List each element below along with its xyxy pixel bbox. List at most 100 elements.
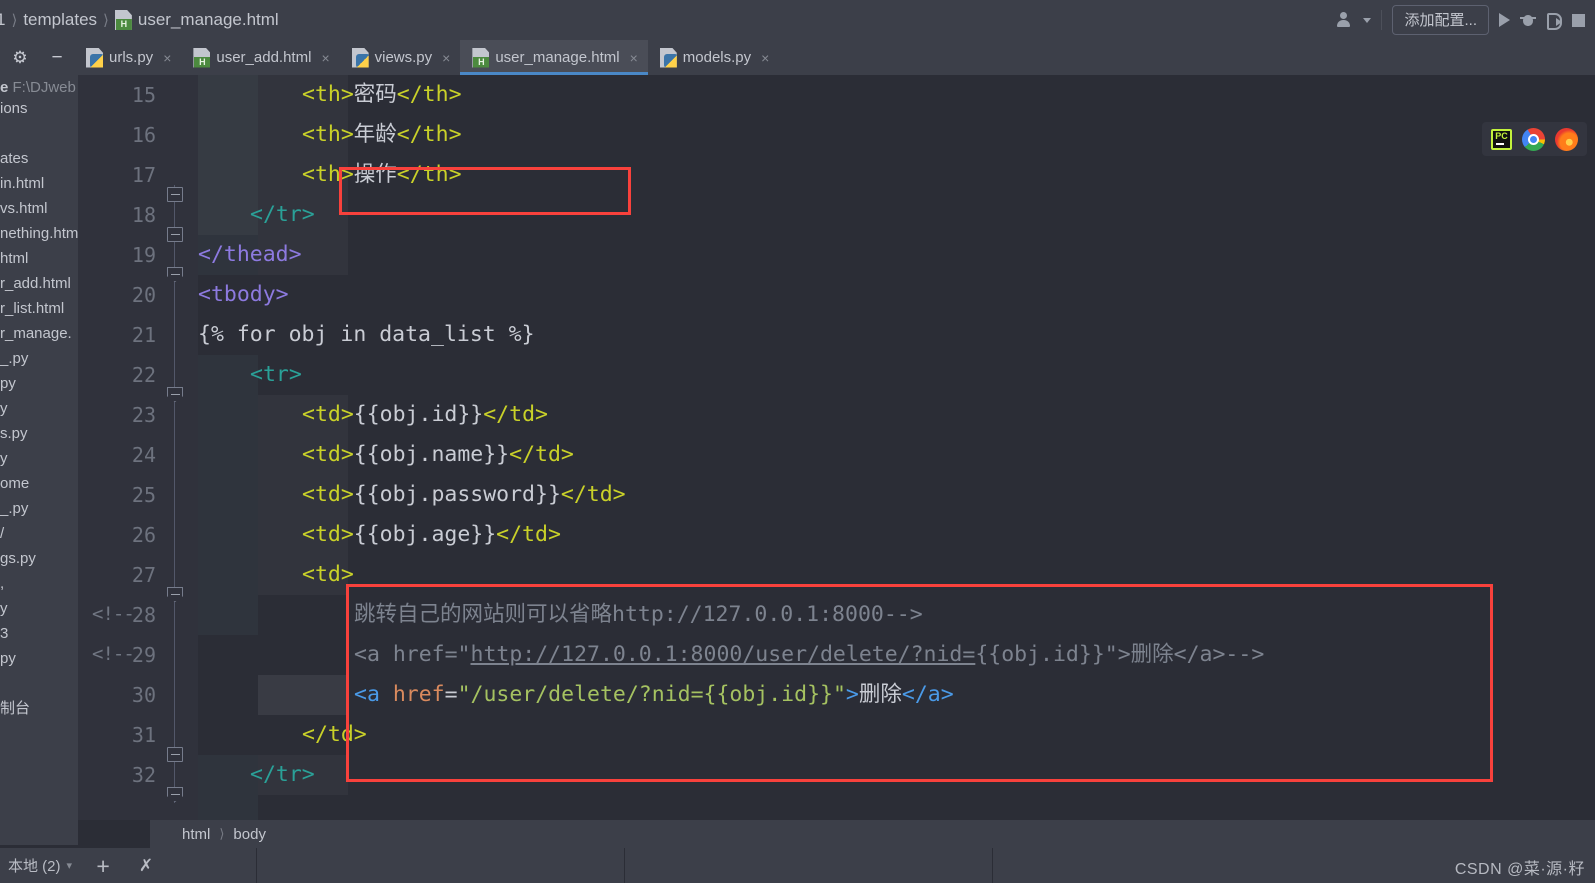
- code-line[interactable]: <td>{{obj.password}}</td>: [302, 475, 626, 515]
- project-tree-row[interactable]: py: [0, 646, 78, 671]
- fold-marker-collapse[interactable]: [167, 747, 183, 762]
- code-line[interactable]: <td>{{obj.age}}</td>: [302, 515, 561, 555]
- project-tree-row[interactable]: ions: [0, 96, 78, 121]
- tab-views-py[interactable]: views.py ×: [340, 40, 461, 75]
- breadcrumb-separator-icon: ⟩: [103, 12, 109, 29]
- project-tree-row[interactable]: py: [0, 371, 78, 396]
- editor-breadcrumb-html[interactable]: html: [182, 826, 210, 843]
- firefox-icon[interactable]: [1555, 127, 1578, 151]
- chevron-down-icon[interactable]: ▾: [67, 859, 73, 872]
- project-tree-row[interactable]: ates: [0, 146, 78, 171]
- project-tree-row[interactable]: in.html: [0, 171, 78, 196]
- chrome-icon[interactable]: [1522, 127, 1545, 151]
- project-tree-row[interactable]: s.py: [0, 421, 78, 446]
- project-tree-row[interactable]: 3: [0, 621, 78, 646]
- code-line[interactable]: </tr>: [250, 755, 315, 795]
- breadcrumb: 1 ⟩ templates ⟩ user_manage.html: [0, 10, 279, 30]
- coverage-icon[interactable]: [1546, 12, 1562, 30]
- breadcrumb-project[interactable]: 1: [0, 10, 5, 30]
- close-icon[interactable]: ×: [630, 50, 638, 66]
- fold-marker-end[interactable]: [167, 267, 183, 282]
- tab-user-manage-html[interactable]: user_manage.html ×: [460, 40, 649, 75]
- code-line[interactable]: </tr>: [250, 195, 315, 235]
- close-icon[interactable]: ×: [321, 50, 329, 66]
- tab-label: user_add.html: [216, 49, 312, 66]
- person-icon[interactable]: [1336, 11, 1353, 29]
- close-icon[interactable]: ×: [442, 50, 450, 66]
- add-button[interactable]: +: [80, 848, 126, 883]
- editor-gutter[interactable]: 14151617181920212223242526272829303132 <…: [78, 75, 198, 820]
- project-tree-row[interactable]: [0, 671, 78, 696]
- pycharm-window: 1 ⟩ templates ⟩ user_manage.html 添加配置...…: [0, 0, 1595, 883]
- add-configuration-button[interactable]: 添加配置...: [1392, 5, 1489, 35]
- project-tree-row[interactable]: html: [0, 246, 78, 271]
- project-tree-row[interactable]: _.py: [0, 496, 78, 521]
- expand-button[interactable]: ✗: [126, 848, 166, 883]
- browser-preview-tray: [1482, 122, 1587, 156]
- run-triangle-icon[interactable]: [1499, 13, 1510, 27]
- code-line[interactable]: <tr>: [250, 355, 302, 395]
- code-text-area[interactable]: <th>密码</th> <th>年龄</th> <th>操作</th> </tr> </…: [198, 75, 1595, 820]
- tab-models-py[interactable]: models.py ×: [648, 40, 780, 75]
- code-line[interactable]: <th>年龄</th>: [302, 115, 462, 155]
- fold-spine: [174, 393, 175, 598]
- breadcrumb-item-user-manage[interactable]: user_manage.html: [138, 10, 279, 30]
- code-line[interactable]: {% for obj in data_list %}: [198, 315, 535, 355]
- project-tree-row[interactable]: vs.html: [0, 196, 78, 221]
- fold-marker-end[interactable]: [167, 387, 183, 402]
- close-icon[interactable]: ×: [761, 50, 769, 66]
- project-tree-row[interactable]: gs.py: [0, 546, 78, 571]
- tab-urls-py[interactable]: urls.py ×: [74, 40, 181, 75]
- project-root-row[interactable]: e F:\DJweb: [0, 75, 78, 96]
- indent-band: [198, 355, 258, 395]
- code-line[interactable]: </td>: [302, 715, 367, 755]
- stop-square-icon[interactable]: [1572, 13, 1585, 27]
- bug-icon[interactable]: [1520, 12, 1536, 28]
- project-tree-row[interactable]: [0, 121, 78, 146]
- code-editor[interactable]: 14151617181920212223242526272829303132 <…: [78, 75, 1595, 820]
- close-icon[interactable]: ×: [163, 50, 171, 66]
- project-tree-row[interactable]: y: [0, 396, 78, 421]
- project-tree-row[interactable]: /: [0, 521, 78, 546]
- settings-gear-button[interactable]: ⚙: [0, 40, 40, 75]
- code-line[interactable]: <th>操作</th>: [302, 155, 462, 195]
- code-line[interactable]: <th>密码</th>: [302, 75, 462, 115]
- project-tree-row[interactable]: 制台: [0, 696, 78, 721]
- project-tree-row[interactable]: r_add.html: [0, 271, 78, 296]
- fold-spine: [174, 593, 175, 803]
- code-line[interactable]: <a href="http://127.0.0.1:8000/user/dele…: [354, 635, 1264, 675]
- hide-panel-button[interactable]: −: [40, 40, 74, 75]
- code-line[interactable]: <td>{{obj.id}}</td>: [302, 395, 548, 435]
- code-line[interactable]: <a href="/user/delete/?nid={{obj.id}}">删…: [354, 675, 954, 715]
- project-tree-row[interactable]: y: [0, 596, 78, 621]
- local-changes-selector[interactable]: 本地 (2) ▾: [0, 848, 80, 883]
- code-line[interactable]: <td>: [302, 555, 354, 595]
- tab-user-add-html[interactable]: user_add.html ×: [181, 40, 339, 75]
- code-line[interactable]: <tbody>: [198, 275, 289, 315]
- code-line[interactable]: <td>{{obj.name}}</td>: [302, 435, 574, 475]
- chevron-down-icon[interactable]: [1363, 17, 1372, 23]
- project-tree-row[interactable]: ome: [0, 471, 78, 496]
- fold-marker-end[interactable]: [167, 787, 183, 802]
- code-line[interactable]: </thead>: [198, 235, 302, 275]
- fold-marker-collapse[interactable]: [167, 187, 183, 202]
- fold-marker-end[interactable]: [167, 587, 183, 602]
- project-tree-row[interactable]: ,: [0, 571, 78, 596]
- project-tree-row[interactable]: y: [0, 446, 78, 471]
- project-tool-window[interactable]: e F:\DJweb ions ates in.html vs.html nething…: [0, 75, 78, 845]
- indent-band: [198, 395, 258, 635]
- project-tree-row[interactable]: r_manage.: [0, 321, 78, 346]
- project-tree-row[interactable]: r_list.html: [0, 296, 78, 321]
- pycharm-icon[interactable]: [1491, 128, 1512, 150]
- gear-icon: ⚙: [12, 47, 28, 67]
- project-tree-row[interactable]: nething.htm: [0, 221, 78, 246]
- project-tree-row[interactable]: _.py: [0, 346, 78, 371]
- minus-icon: −: [51, 46, 63, 68]
- breadcrumb-item-templates[interactable]: templates: [23, 10, 97, 30]
- code-line[interactable]: 跳转自己的网站则可以省略http://127.0.0.1:8000-->: [354, 595, 923, 635]
- editor-breadcrumb-body[interactable]: body: [233, 826, 266, 843]
- code-line-partial: <th>姓名</th>: [302, 75, 462, 81]
- breadcrumb-separator-icon: ⟩: [219, 826, 225, 841]
- status-divider: [624, 848, 626, 883]
- fold-marker-collapse[interactable]: [167, 227, 183, 242]
